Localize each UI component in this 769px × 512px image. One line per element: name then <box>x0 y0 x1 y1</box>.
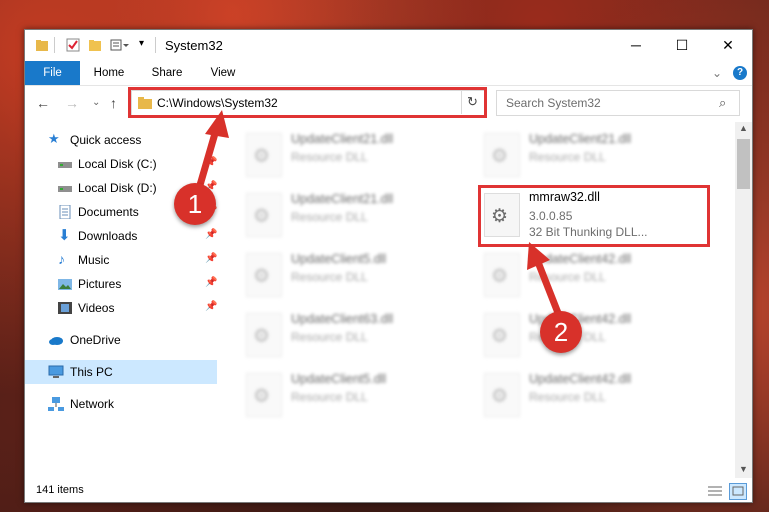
arrow-to-address-bar <box>194 129 220 193</box>
arrow-to-file <box>534 260 564 320</box>
callout-1: 1 <box>174 183 216 225</box>
callout-2: 2 <box>540 311 582 353</box>
arrow-head-icon <box>205 110 229 138</box>
callout-arrows <box>194 110 564 320</box>
